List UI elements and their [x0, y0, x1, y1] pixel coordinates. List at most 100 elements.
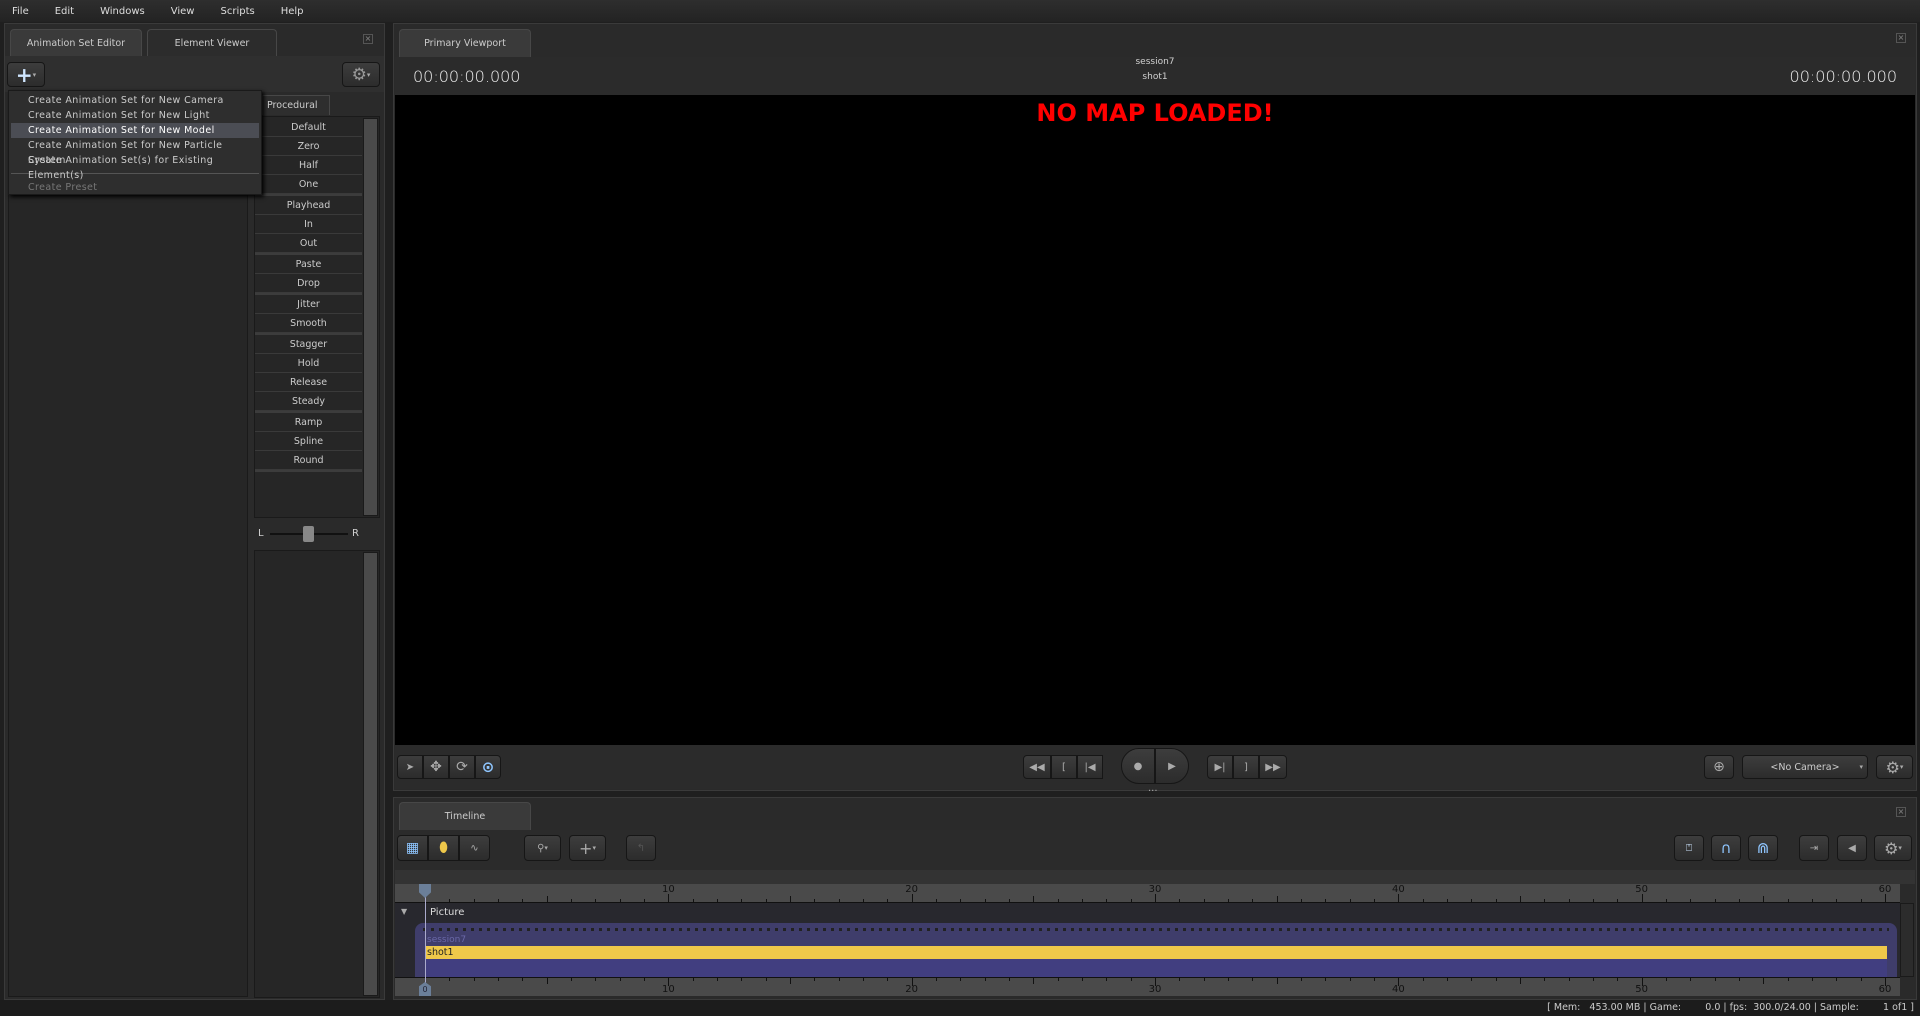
procedural-button-zero[interactable]: Zero	[255, 137, 362, 156]
add-button[interactable]: + ▾	[569, 835, 606, 861]
shot-clip[interactable]: shot1	[425, 946, 1887, 959]
ruler-tick	[863, 899, 864, 902]
settings-button[interactable]: ⚙ ▾	[342, 62, 380, 87]
procedural-button-smooth[interactable]: Smooth	[255, 314, 362, 333]
ruler-tick	[960, 978, 962, 981]
add-track-button[interactable]: ⚲ ▾	[524, 835, 561, 861]
tab-timeline[interactable]: Timeline	[399, 802, 531, 830]
procedural-button-jitter[interactable]: Jitter	[255, 295, 362, 314]
ruler-tick	[619, 899, 621, 902]
menu-item-existing-elements[interactable]: Create Animation Set(s) for Existing Ele…	[11, 153, 259, 181]
blend-slider[interactable]: L R	[254, 520, 380, 548]
menu-file[interactable]: File	[12, 6, 29, 17]
add-animation-set-button[interactable]: + ▾	[7, 62, 45, 87]
mark-in-button[interactable]: [	[1051, 755, 1077, 779]
close-icon[interactable]: ×	[1896, 33, 1906, 43]
menu-bar: File Edit Windows View Scripts Help	[0, 0, 1920, 22]
procedural-button-in[interactable]: In	[255, 215, 362, 234]
move-tool-button[interactable]: ✥	[423, 755, 449, 779]
tab-procedural[interactable]: Procedural	[262, 95, 330, 115]
add-marker-icon: ⚲	[537, 842, 545, 854]
menu-edit[interactable]: Edit	[55, 6, 74, 17]
procedural-button-half[interactable]: Half	[255, 156, 362, 175]
ruler-tick	[1593, 899, 1594, 902]
menu-item-new-model[interactable]: Create Animation Set for New Model	[11, 123, 259, 138]
menu-item-new-particle-system[interactable]: Create Animation Set for New Particle Sy…	[11, 138, 259, 166]
collapse-icon[interactable]: ▼	[401, 907, 407, 916]
select-tool-button[interactable]: ➤	[397, 755, 423, 779]
tab-primary-viewport[interactable]: Primary Viewport	[399, 29, 531, 57]
snap-frame-button[interactable]: ⋒	[1748, 835, 1778, 861]
ruler-tick	[790, 896, 791, 902]
step-forward-button[interactable]: ▶|	[1207, 755, 1233, 779]
close-icon[interactable]: ×	[1896, 807, 1906, 817]
ruler-tick	[1398, 894, 1400, 902]
mute-button[interactable]: ◀	[1837, 835, 1867, 861]
shot-clip-body[interactable]	[425, 959, 1887, 977]
move-icon: ✥	[430, 759, 442, 775]
camera-select[interactable]: <No Camera> ▾	[1742, 755, 1868, 779]
add-animation-set-menu: Create Animation Set for New Camera Crea…	[8, 90, 262, 195]
mark-out-button[interactable]: ]	[1233, 755, 1259, 779]
procedural-button-spline[interactable]: Spline	[255, 432, 362, 451]
menu-scripts[interactable]: Scripts	[220, 6, 254, 17]
rotate-tool-button[interactable]: ⟳	[449, 755, 475, 779]
procedural-button-drop[interactable]: Drop	[255, 274, 362, 293]
ruler-tick	[619, 978, 621, 981]
procedural-button-out[interactable]: Out	[255, 234, 362, 253]
timeline-settings-button[interactable]: ⚙ ▾	[1874, 835, 1912, 861]
rewind-button[interactable]: ◀◀	[1023, 755, 1051, 779]
track-label: Picture	[430, 907, 465, 918]
procedural-button-playhead[interactable]: Playhead	[255, 196, 362, 215]
viewport-canvas[interactable]: NO MAP LOADED!	[395, 95, 1915, 745]
clip-editor-button[interactable]: ▦	[397, 835, 428, 861]
camera-target-button[interactable]: ⊕	[1704, 755, 1734, 779]
motion-icon: ⬮	[439, 840, 448, 856]
orbit-tool-button[interactable]: ⊙	[475, 755, 501, 779]
menu-view[interactable]: View	[171, 6, 195, 17]
procedural-button-ramp[interactable]: Ramp	[255, 413, 362, 432]
viewport-settings-button[interactable]: ⚙ ▾	[1876, 755, 1913, 779]
snap-button[interactable]: ∩	[1711, 835, 1741, 861]
menu-item-new-light[interactable]: Create Animation Set for New Light	[11, 108, 259, 123]
ruler-label: 10	[661, 984, 675, 995]
motion-editor-button[interactable]: ⬮	[428, 835, 459, 861]
timeline-scrollbar[interactable]	[1900, 903, 1914, 977]
procedural-scrollbar[interactable]	[363, 118, 378, 516]
time-ruler-bottom[interactable]: 10 20 30 40 50 60	[395, 977, 1900, 996]
menu-item-new-camera[interactable]: Create Animation Set for New Camera	[11, 93, 259, 108]
procedural-button-stagger[interactable]: Stagger	[255, 335, 362, 354]
go-up-button[interactable]: ↰	[626, 835, 656, 861]
procedural-button-steady[interactable]: Steady	[255, 392, 362, 411]
playhead[interactable]: 0	[419, 884, 431, 996]
go-to-end-button[interactable]: ⇥	[1799, 835, 1829, 861]
fast-forward-button[interactable]: ▶▶	[1259, 755, 1287, 779]
procedural-button-release[interactable]: Release	[255, 373, 362, 392]
slider-handle[interactable]	[303, 526, 314, 542]
splitter-handle[interactable]: ···	[1148, 786, 1158, 797]
ruler-tick	[1666, 899, 1667, 902]
record-button[interactable]: ●	[1121, 748, 1155, 784]
tab-element-viewer[interactable]: Element Viewer	[147, 29, 277, 56]
property-scrollbar[interactable]	[363, 552, 378, 996]
animation-set-list[interactable]	[8, 117, 248, 997]
ruler-tick	[498, 899, 499, 902]
procedural-button-paste[interactable]: Paste	[255, 255, 362, 274]
procedural-button-one[interactable]: One	[255, 175, 362, 194]
ruler-tick	[1082, 899, 1083, 902]
procedural-button-default[interactable]: Default	[255, 118, 362, 137]
play-button[interactable]: ▶	[1155, 748, 1189, 784]
ruler-tick	[1520, 896, 1521, 902]
menu-help[interactable]: Help	[281, 6, 304, 17]
procedural-button-hold[interactable]: Hold	[255, 354, 362, 373]
tab-animation-set-editor[interactable]: Animation Set Editor	[10, 29, 142, 56]
close-icon[interactable]: ×	[363, 34, 373, 44]
lock-button[interactable]: ⍞	[1674, 835, 1704, 861]
menu-windows[interactable]: Windows	[100, 6, 145, 17]
step-back-button[interactable]: |◀	[1077, 755, 1103, 779]
lock-icon: ⍞	[1686, 842, 1692, 854]
graph-editor-button[interactable]: ∿	[459, 835, 490, 861]
time-ruler-top[interactable]: 10 20 30 40 50 60	[395, 884, 1900, 903]
procedural-button-round[interactable]: Round	[255, 451, 362, 470]
arrow-to-end-icon: ⇥	[1809, 842, 1819, 854]
